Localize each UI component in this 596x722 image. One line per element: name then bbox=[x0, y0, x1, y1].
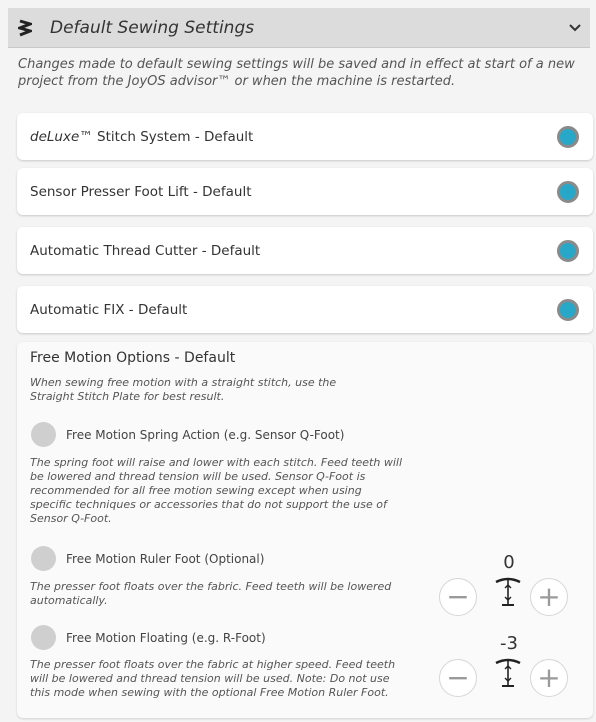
radio-selected-icon[interactable] bbox=[557, 239, 579, 262]
presser-foot-height-icon bbox=[495, 577, 521, 606]
option-description: The presser foot floats over the fabric … bbox=[30, 658, 396, 699]
sewing-zigzag-icon bbox=[18, 19, 44, 37]
radio-selected-icon[interactable] bbox=[557, 298, 579, 321]
ruler-foot-height-control: 0 − + bbox=[439, 552, 579, 622]
section-header[interactable]: Default Sewing Settings bbox=[8, 8, 590, 48]
radio-selected-icon[interactable] bbox=[557, 180, 579, 203]
radio-unselected-icon[interactable] bbox=[31, 546, 56, 571]
option-label: Free Motion Floating (e.g. R-Foot) bbox=[66, 630, 266, 645]
option-label: Free Motion Spring Action (e.g. Sensor Q… bbox=[66, 427, 345, 442]
option-spring-action[interactable]: Free Motion Spring Action (e.g. Sensor Q… bbox=[31, 422, 344, 447]
increase-button[interactable]: + bbox=[530, 578, 568, 616]
free-motion-title: Free Motion Options - Default bbox=[30, 350, 236, 366]
free-motion-panel: Free Motion Options - Default When sewin… bbox=[17, 342, 593, 718]
floating-height-control: -3 − + bbox=[439, 633, 579, 703]
free-motion-note: When sewing free motion with a straight … bbox=[30, 376, 337, 403]
option-ruler-foot[interactable]: Free Motion Ruler Foot (Optional) bbox=[31, 546, 264, 571]
decrease-button[interactable]: − bbox=[439, 659, 477, 697]
option-description: The spring foot will raise and lower wit… bbox=[30, 456, 402, 525]
radio-selected-icon[interactable] bbox=[557, 125, 579, 148]
radio-unselected-icon[interactable] bbox=[31, 625, 56, 650]
height-value: 0 bbox=[503, 552, 515, 573]
decrease-button[interactable]: − bbox=[439, 578, 477, 616]
setting-sensor-presser-foot-lift[interactable]: Sensor Presser Foot Lift - Default bbox=[17, 168, 593, 215]
height-value: -3 bbox=[500, 633, 518, 654]
section-title: Default Sewing Settings bbox=[50, 17, 255, 38]
setting-label: Automatic FIX - Default bbox=[30, 301, 188, 318]
setting-label: Sensor Presser Foot Lift - Default bbox=[30, 183, 252, 200]
option-description: The presser foot floats over the fabric.… bbox=[30, 580, 392, 607]
presser-foot-height-icon bbox=[495, 658, 521, 687]
option-floating[interactable]: Free Motion Floating (e.g. R-Foot) bbox=[31, 625, 266, 650]
chevron-down-icon[interactable] bbox=[560, 23, 590, 32]
radio-unselected-icon[interactable] bbox=[31, 422, 56, 447]
setting-automatic-fix[interactable]: Automatic FIX - Default bbox=[17, 286, 593, 333]
setting-deluxe-stitch-system[interactable]: deLuxe™ Stitch System - Default bbox=[17, 113, 593, 160]
option-label: Free Motion Ruler Foot (Optional) bbox=[66, 551, 265, 566]
setting-automatic-thread-cutter[interactable]: Automatic Thread Cutter - Default bbox=[17, 227, 593, 274]
setting-label: deLuxe™ Stitch System - Default bbox=[30, 128, 254, 145]
intro-text: Changes made to default sewing settings … bbox=[18, 57, 575, 89]
setting-label: Automatic Thread Cutter - Default bbox=[30, 242, 261, 259]
increase-button[interactable]: + bbox=[530, 659, 568, 697]
